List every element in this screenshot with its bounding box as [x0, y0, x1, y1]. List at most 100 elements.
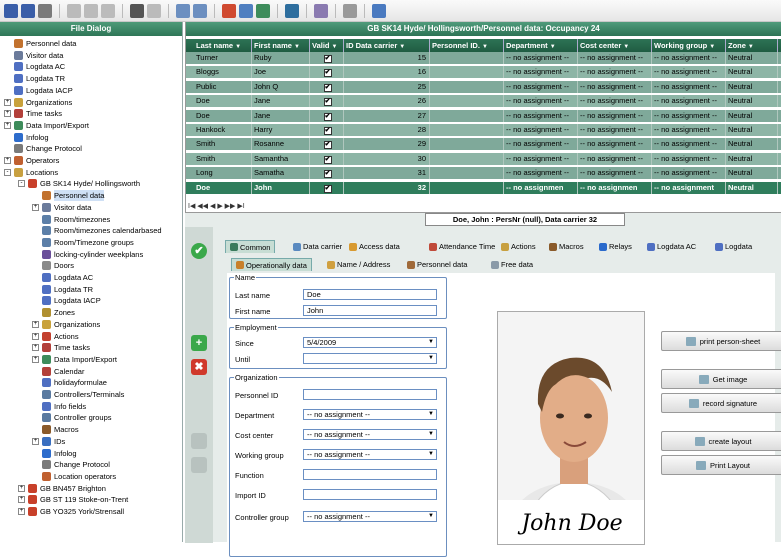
tab-data-carrier[interactable]: Data carrier: [289, 240, 346, 253]
edit-icon[interactable]: [38, 3, 52, 18]
column-header[interactable]: Working group ▼: [652, 39, 726, 52]
expand-icon[interactable]: +: [32, 320, 39, 328]
expand-icon[interactable]: +: [32, 203, 39, 211]
checkbox-icon[interactable]: ✔: [323, 83, 332, 92]
tree-item[interactable]: + GB ST 119 Stoke-on-Trent: [18, 494, 128, 505]
tree-item[interactable]: Controller groups: [32, 412, 112, 423]
table-row[interactable]: Turner Ruby ✔ 15 -- no assignment -- -- no as…: [186, 52, 781, 64]
column-header[interactable]: Department ▼: [504, 39, 578, 52]
subtab-operationally-data[interactable]: Operationally data: [231, 258, 312, 271]
tree-item[interactable]: locking-cylinder weekplans: [32, 249, 143, 260]
tree-item[interactable]: + Organizations: [4, 97, 72, 108]
tree-item[interactable]: Logdata IACP: [32, 295, 101, 306]
first-name-input[interactable]: John: [303, 305, 437, 316]
table-row[interactable]: Smith Samantha ✔ 30 -- no assignment -- -- no…: [186, 152, 781, 165]
expand-icon[interactable]: +: [4, 98, 11, 106]
tree-item[interactable]: Personnel data: [32, 190, 105, 202]
expand-icon[interactable]: +: [4, 157, 11, 164]
tree-item[interactable]: holidayformulae: [32, 377, 107, 388]
working-group-select[interactable]: -- no assignment -- ▼: [303, 449, 437, 460]
table-row[interactable]: Smith Rosanne ✔ 29 -- no assignment -- -- no …: [186, 138, 781, 151]
chevron-down-icon[interactable]: ▼: [399, 41, 405, 52]
checkbox-icon[interactable]: ✔: [323, 69, 332, 78]
info-icon[interactable]: [372, 3, 386, 18]
tree-item[interactable]: Change Protocol: [32, 459, 110, 470]
tab-actions[interactable]: Actions: [497, 240, 540, 253]
report-icon[interactable]: [193, 3, 207, 18]
checkbox-icon[interactable]: ✔: [323, 112, 332, 121]
print-person-sheet-button[interactable]: print person-sheet: [661, 331, 781, 351]
checkbox-icon[interactable]: ✔: [323, 184, 332, 193]
collapse-icon[interactable]: -: [4, 168, 11, 176]
last-name-input[interactable]: Doe: [303, 289, 437, 300]
tree-item[interactable]: - GB SK14 Hyde/ Hollingsworth: [18, 178, 140, 189]
column-header[interactable]: Valid ▼: [310, 39, 344, 52]
checkbox-icon[interactable]: ✔: [323, 155, 332, 164]
expand-icon[interactable]: +: [18, 484, 25, 492]
tree-item[interactable]: Location operators: [32, 471, 116, 482]
save-all-icon[interactable]: [21, 3, 35, 18]
chevron-down-icon[interactable]: ▼: [550, 41, 556, 52]
expand-icon[interactable]: +: [4, 110, 11, 118]
personnel-id-input[interactable]: [303, 389, 437, 400]
tab-common[interactable]: Common: [225, 240, 276, 253]
checkbox-icon[interactable]: ✔: [323, 170, 332, 179]
column-header[interactable]: First name ▼: [252, 39, 310, 52]
table-icon[interactable]: [239, 3, 253, 18]
undo-icon[interactable]: [191, 457, 207, 473]
expand-icon[interactable]: +: [32, 355, 39, 363]
tab-attendance-time[interactable]: Attendance Time: [425, 240, 499, 253]
print-layout-button[interactable]: Print Layout: [661, 455, 781, 475]
cut-icon[interactable]: [67, 3, 81, 18]
table-row[interactable]: Long Samatha ✔ 31 -- no assignment -- -- no a…: [186, 167, 781, 180]
tree-item[interactable]: + Operators: [4, 155, 59, 166]
tree-item[interactable]: + Organizations: [32, 319, 100, 330]
table-row[interactable]: Doe John ✔ 32 -- no assignmen -- no assignmen…: [186, 181, 781, 194]
column-header[interactable]: Cost center ▼: [578, 39, 652, 52]
column-header[interactable]: ID Data carrier ▼: [344, 39, 430, 52]
tree-item[interactable]: + Visitor data: [32, 202, 91, 213]
tree-item[interactable]: Room/timezones: [32, 214, 110, 225]
delete-icon[interactable]: ✖: [191, 359, 207, 375]
sort-icon[interactable]: [147, 3, 161, 18]
chevron-down-icon[interactable]: ▼: [235, 41, 241, 52]
table-row[interactable]: Public John Q ✔ 25 -- no assignment -- -- no …: [186, 80, 781, 93]
chevron-down-icon[interactable]: ▼: [482, 41, 488, 52]
checkbox-icon[interactable]: ✔: [323, 141, 332, 150]
tree-item[interactable]: + IDs: [32, 436, 65, 447]
controller-group-select[interactable]: -- no assignment -- ▼: [303, 511, 437, 522]
tree-item[interactable]: Room/timezones calendarbased: [32, 225, 162, 236]
checkbox-icon[interactable]: ✔: [323, 55, 332, 63]
get-image-button[interactable]: Get image: [661, 369, 781, 389]
link-icon[interactable]: [343, 3, 357, 18]
department-select[interactable]: -- no assignment -- ▼: [303, 409, 437, 420]
cost-center-select[interactable]: -- no assignment -- ▼: [303, 429, 437, 440]
tree-item[interactable]: Logdata TR: [4, 73, 65, 84]
tree-item[interactable]: Logdata IACP: [4, 85, 73, 96]
table-row[interactable]: Hankock Harry ✔ 28 -- no assignment -- -- no …: [186, 124, 781, 136]
document-icon[interactable]: [176, 3, 190, 18]
tree-item[interactable]: Logdata AC: [32, 272, 93, 283]
record-navigator[interactable]: I◀ ◀◀ ◀ ▶ ▶▶ ▶I: [188, 202, 245, 211]
record-signature-button[interactable]: record signature: [661, 393, 781, 413]
chevron-down-icon[interactable]: ▼: [748, 41, 754, 52]
collapse-icon[interactable]: -: [18, 180, 25, 188]
checkbox-icon[interactable]: ✔: [323, 98, 332, 107]
tree-item[interactable]: + Data Import/Export: [32, 354, 117, 365]
tree-item[interactable]: Macros: [32, 424, 79, 435]
tree-icon[interactable]: [222, 3, 236, 18]
tree-item[interactable]: + GB BN457 Brighton: [18, 483, 106, 494]
chevron-down-icon[interactable]: ▼: [332, 41, 338, 52]
save-record-icon[interactable]: [191, 433, 207, 449]
chevron-down-icon[interactable]: ▼: [623, 41, 629, 52]
create-layout-button[interactable]: create layout: [661, 431, 781, 451]
tree-item[interactable]: + Time tasks: [32, 342, 90, 353]
tree-item[interactable]: Visitor data: [4, 50, 63, 61]
tab-logdata-ac[interactable]: Logdata AC: [643, 240, 700, 253]
tab-relays[interactable]: Relays: [595, 240, 636, 253]
confirm-icon[interactable]: ✔: [191, 243, 207, 259]
until-date-picker[interactable]: ▼: [303, 353, 437, 364]
paste-icon[interactable]: [101, 3, 115, 18]
tab-macros[interactable]: Macros: [545, 240, 588, 253]
tree-item[interactable]: + GB YO325 York/Strensall: [18, 506, 124, 517]
